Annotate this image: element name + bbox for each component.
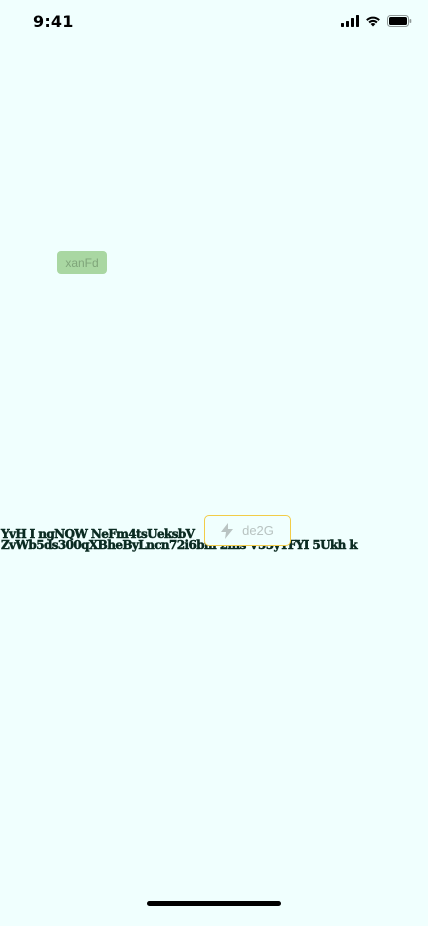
action-button-label: de2G bbox=[242, 523, 274, 538]
cellular-signal-icon bbox=[341, 15, 359, 27]
app-screen: { "status_bar": { "time": "9:41", "icons… bbox=[0, 0, 428, 926]
xanfd-chip-button[interactable]: xanFd bbox=[57, 251, 107, 274]
battery-icon bbox=[387, 15, 412, 27]
headline-line-2: ZvWb5ds300qXBheByLncn72i6bm 2ms V55yYFYI… bbox=[1, 538, 358, 552]
headline-text: YvH I ngNQW NeFm4tsUeksbV ZvWb5ds300qXBh… bbox=[1, 528, 401, 552]
status-bar: 9:41 bbox=[0, 0, 428, 44]
home-indicator[interactable] bbox=[147, 901, 281, 906]
status-time: 9:41 bbox=[33, 12, 74, 31]
wifi-icon bbox=[365, 15, 381, 27]
status-icons bbox=[341, 15, 412, 27]
de2g-action-button[interactable]: de2G bbox=[204, 515, 291, 546]
lightning-bolt-icon bbox=[221, 522, 234, 539]
